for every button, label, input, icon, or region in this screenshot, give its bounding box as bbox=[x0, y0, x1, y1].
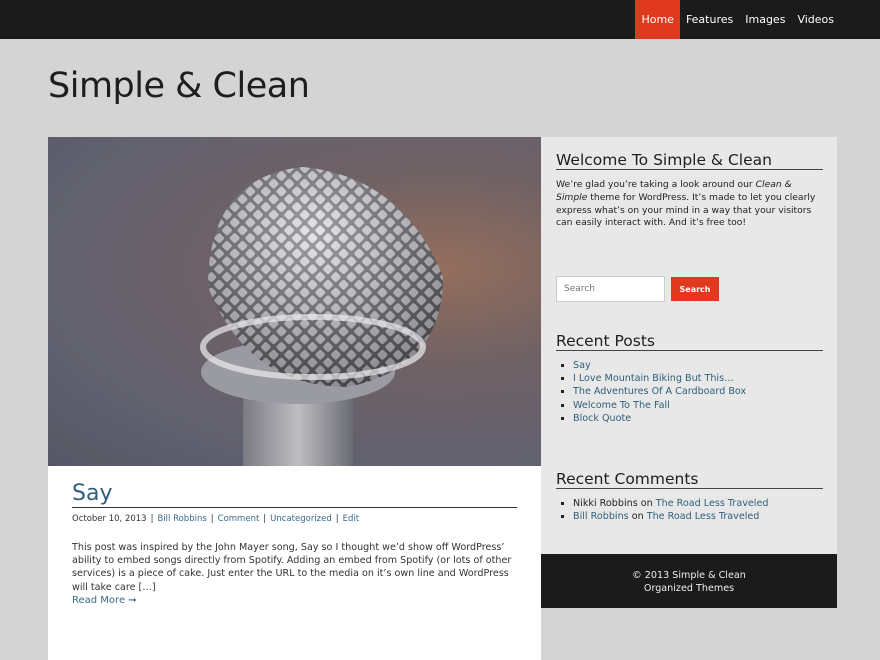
search-button[interactable]: Search bbox=[671, 277, 719, 301]
main-nav: Home Features Images Videos bbox=[635, 0, 840, 39]
site-footer: © 2013 Simple & Clean Organized Themes bbox=[541, 554, 837, 608]
post-card: Say October 10, 2013 | Bill Robbins | Commen… bbox=[48, 137, 541, 660]
welcome-text-part: theme for WordPress. It’s made to let yo… bbox=[556, 191, 816, 229]
top-navbar: Home Features Images Videos bbox=[0, 0, 880, 39]
post-category-link[interactable]: Uncategorized bbox=[270, 514, 332, 524]
post-excerpt: This post was inspired by the John Mayer… bbox=[72, 542, 512, 593]
read-more-link[interactable]: Read More ➞ bbox=[72, 595, 137, 606]
list-item: Block Quote bbox=[573, 412, 746, 425]
recent-post-link[interactable]: Say bbox=[573, 360, 591, 371]
comment-post-link[interactable]: The Road Less Traveled bbox=[656, 498, 769, 509]
footer-copyright: © 2013 Simple & Clean bbox=[632, 570, 746, 581]
welcome-widget-title: Welcome To Simple & Clean bbox=[556, 151, 823, 170]
footer-credit: Organized Themes bbox=[643, 582, 735, 594]
recent-post-link[interactable]: I Love Mountain Biking But This… bbox=[573, 373, 734, 384]
list-item: Welcome To The Fall bbox=[573, 399, 746, 412]
recent-post-link[interactable]: Block Quote bbox=[573, 413, 631, 424]
post-edit-link[interactable]: Edit bbox=[343, 514, 359, 524]
comment-on: on bbox=[640, 498, 653, 509]
nav-item-home[interactable]: Home bbox=[635, 0, 680, 39]
post-title[interactable]: Say bbox=[72, 481, 517, 508]
recent-posts-list: Say I Love Mountain Biking But This… The… bbox=[556, 359, 746, 425]
comment-on: on bbox=[631, 511, 644, 523]
nav-item-images[interactable]: Images bbox=[739, 0, 791, 39]
microphone-image bbox=[48, 137, 541, 466]
sidebar: Welcome To Simple & Clean We’re glad you… bbox=[541, 137, 837, 554]
post-meta: October 10, 2013 | Bill Robbins | Comment | Un… bbox=[72, 514, 359, 524]
meta-separator: | bbox=[335, 514, 339, 524]
list-item: Nikki Robbins on The Road Less Traveled bbox=[573, 497, 768, 510]
nav-item-videos[interactable]: Videos bbox=[791, 0, 840, 39]
search-input[interactable] bbox=[556, 276, 665, 302]
site-title[interactable]: Simple & Clean bbox=[48, 66, 310, 106]
post-date: October 10, 2013 bbox=[72, 514, 147, 524]
list-item: Bill Robbins on The Road Less Traveled bbox=[573, 510, 768, 523]
list-item: The Adventures Of A Cardboard Box bbox=[573, 385, 746, 398]
comment-post-link[interactable]: The Road Less Traveled bbox=[647, 511, 760, 522]
recent-post-link[interactable]: Welcome To The Fall bbox=[573, 400, 670, 411]
post-comment-link[interactable]: Comment bbox=[218, 514, 260, 524]
comment-author: Nikki Robbins bbox=[573, 498, 638, 509]
recent-comments-list: Nikki Robbins on The Road Less Traveled … bbox=[556, 497, 768, 523]
welcome-text-part: We’re glad you’re taking a look around o… bbox=[556, 179, 756, 190]
meta-separator: | bbox=[210, 514, 214, 524]
meta-separator: | bbox=[150, 514, 154, 524]
recent-posts-title: Recent Posts bbox=[556, 332, 823, 351]
list-item: Say bbox=[573, 359, 746, 372]
nav-item-features[interactable]: Features bbox=[680, 0, 739, 39]
post-author-link[interactable]: Bill Robbins bbox=[157, 514, 206, 524]
recent-post-link[interactable]: The Adventures Of A Cardboard Box bbox=[573, 386, 746, 397]
comment-author-link[interactable]: Bill Robbins bbox=[573, 511, 629, 522]
recent-comments-title: Recent Comments bbox=[556, 470, 823, 489]
meta-separator: | bbox=[263, 514, 267, 524]
list-item: I Love Mountain Biking But This… bbox=[573, 372, 746, 385]
welcome-text: We’re glad you’re taking a look around o… bbox=[556, 179, 826, 230]
featured-image[interactable] bbox=[48, 137, 541, 466]
